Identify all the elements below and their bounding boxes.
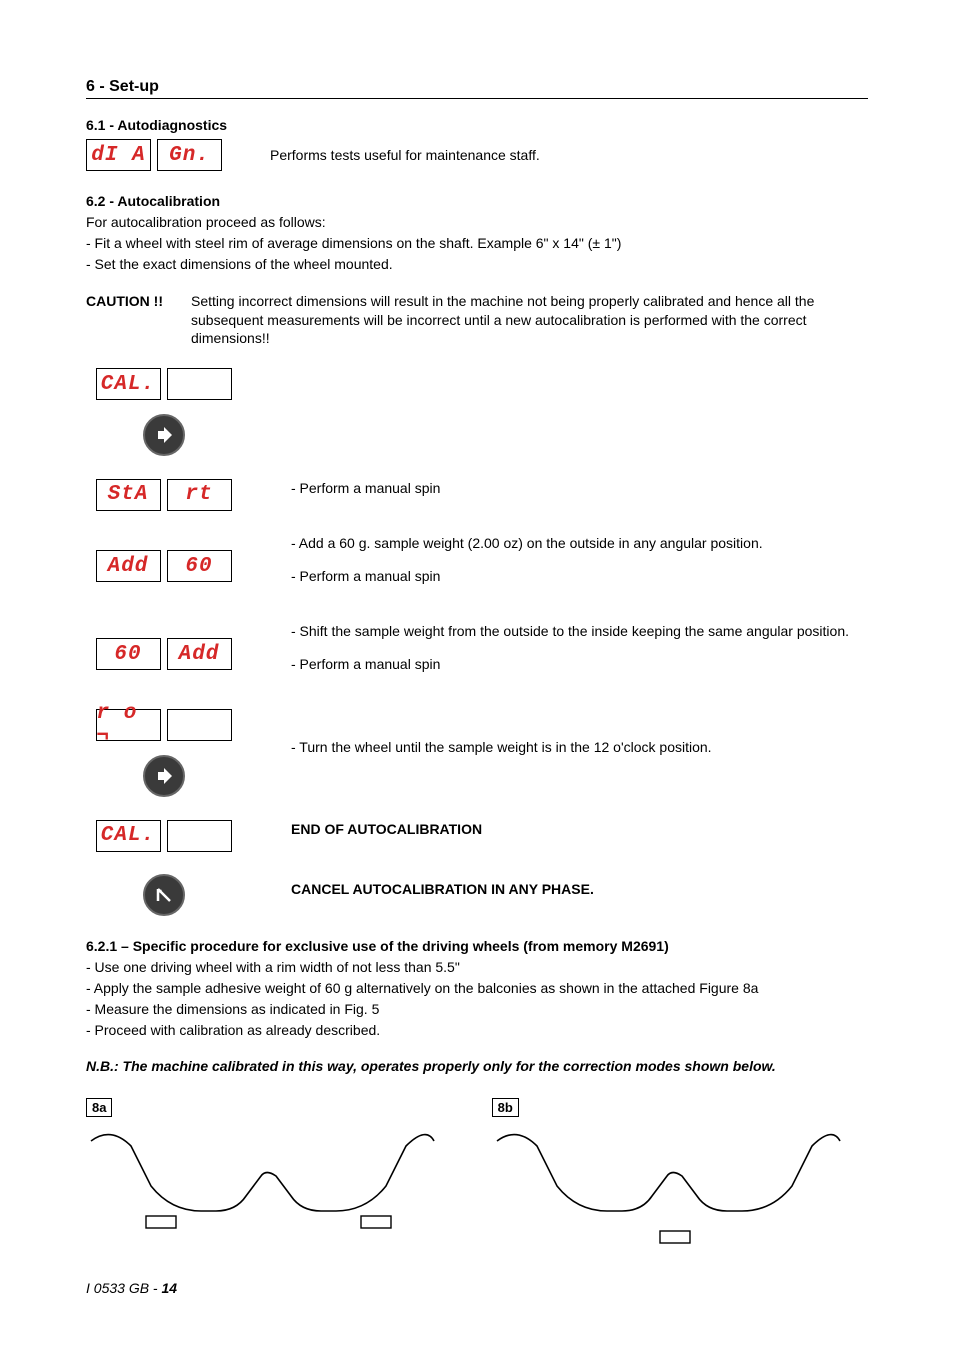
display-right: .	[167, 368, 232, 400]
list-item: - Apply the sample adhesive weight of 60…	[86, 979, 868, 998]
row-6-1: dI A Gn. Performs tests useful for maint…	[86, 139, 868, 171]
display-pair: dI A Gn.	[86, 139, 222, 171]
intro-line: - Set the exact dimensions of the wheel …	[86, 255, 868, 274]
section-title: 6 - Set-up	[86, 78, 868, 99]
caution-label: CAUTION !!	[86, 292, 163, 349]
instruction-end: END OF AUTOCALIBRATION	[291, 819, 868, 840]
display-left: CAL.	[96, 820, 161, 852]
list-item: - Proceed with calibration as already de…	[86, 1021, 868, 1040]
instruction-cancel: CANCEL AUTOCALIBRATION IN ANY PHASE.	[291, 879, 868, 900]
nb-note: N.B.: The machine calibrated in this way…	[86, 1058, 868, 1074]
display-left: CAL.	[96, 368, 161, 400]
display-right: Add	[167, 638, 232, 670]
go-button-icon	[143, 414, 185, 456]
display-left: r o ¬	[96, 709, 161, 741]
intro-line: For autocalibration proceed as follows:	[86, 213, 868, 232]
figure-label: 8b	[492, 1098, 519, 1117]
rim-profile-8a	[86, 1121, 436, 1231]
intro-line: - Fit a wheel with steel rim of average …	[86, 234, 868, 253]
display-right: 60	[167, 550, 232, 582]
instruction: - Perform a manual spin	[291, 566, 868, 587]
heading-6-1: 6.1 - Autodiagnostics	[86, 117, 868, 133]
back-button-icon	[143, 874, 185, 916]
instruction: - Shift the sample weight from the outsi…	[291, 621, 868, 642]
display-left: 60	[96, 638, 161, 670]
display-left: dI A	[86, 139, 151, 171]
instruction: - Perform a manual spin	[291, 478, 868, 499]
display-right: .	[167, 709, 232, 741]
figure-8b: 8b	[492, 1098, 868, 1254]
page-number: 14	[161, 1280, 177, 1296]
display-left: StA	[96, 479, 161, 511]
instruction: - Perform a manual spin	[291, 654, 868, 675]
instruction: - Turn the wheel until the sample weight…	[291, 737, 868, 758]
display-left: Add	[96, 550, 161, 582]
display-right: rt	[167, 479, 232, 511]
heading-6-2-1: 6.2.1 – Specific procedure for exclusive…	[86, 938, 868, 954]
figure-label: 8a	[86, 1098, 112, 1117]
page-footer: I 0533 GB - 14	[86, 1280, 177, 1296]
list-item: - Measure the dimensions as indicated in…	[86, 1000, 868, 1019]
caution-text: Setting incorrect dimensions will result…	[191, 292, 868, 349]
text-6-1: Performs tests useful for maintenance st…	[270, 147, 540, 163]
caution-block: CAUTION !! Setting incorrect dimensions …	[86, 292, 868, 349]
display-right: .	[167, 820, 232, 852]
display-right: Gn.	[157, 139, 222, 171]
figures-row: 8a 8b	[86, 1098, 868, 1254]
rim-profile-8b	[492, 1121, 842, 1251]
heading-6-2: 6.2 - Autocalibration	[86, 193, 868, 209]
list-item: - Use one driving wheel with a rim width…	[86, 958, 868, 977]
figure-8a: 8a	[86, 1098, 462, 1234]
go-button-icon	[143, 755, 185, 797]
instruction: - Add a 60 g. sample weight (2.00 oz) on…	[291, 533, 868, 554]
doc-id: I 0533 GB -	[86, 1280, 161, 1296]
